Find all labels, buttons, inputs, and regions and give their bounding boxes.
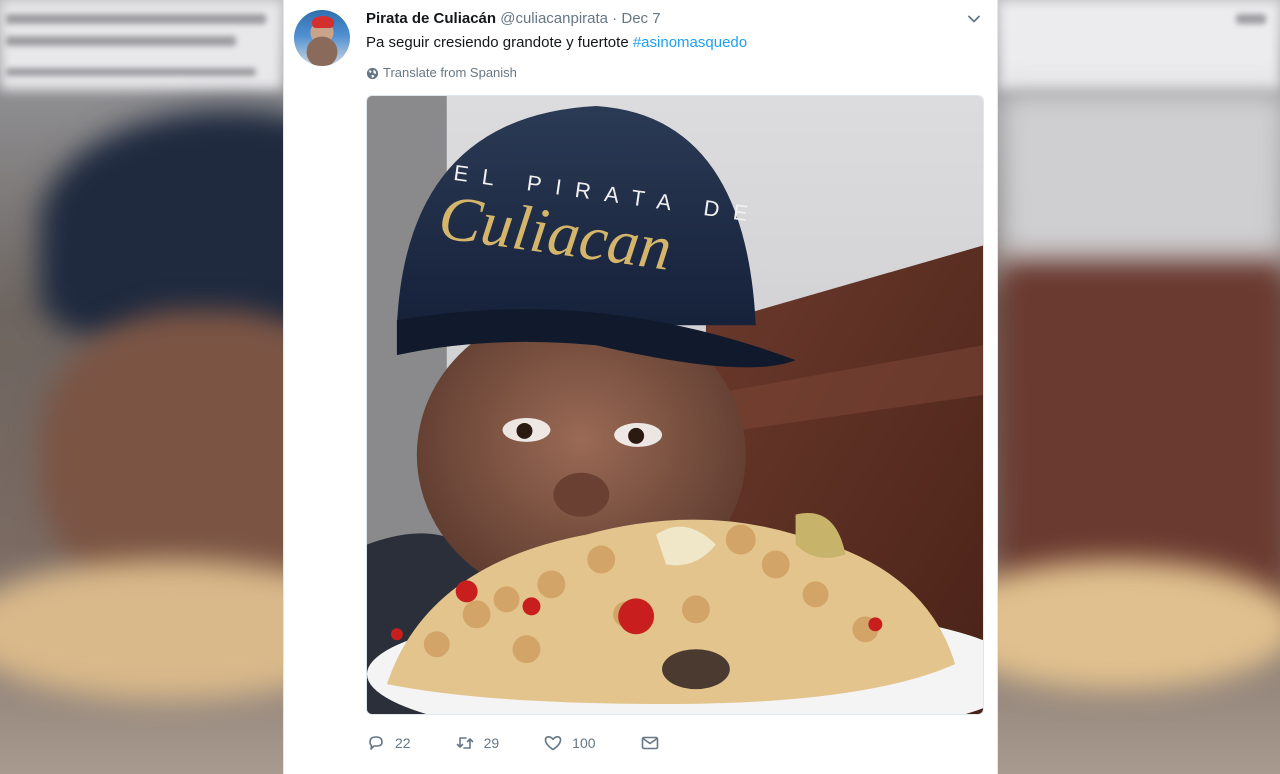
tweet-header: Pirata de Culiacán @culiacanpirata · Dec… — [366, 9, 661, 29]
photo-illustration: EL PIRATA DE Culiacan — [367, 96, 983, 714]
author-handle[interactable]: @culiacanpirata — [500, 10, 608, 27]
tweet-card: Pirata de Culiacán @culiacanpirata · Dec… — [283, 0, 998, 774]
direct-message-button[interactable] — [640, 733, 669, 753]
reply-count: 22 — [395, 735, 411, 751]
separator: · — [612, 10, 618, 27]
like-button[interactable]: 100 — [543, 733, 596, 753]
like-icon — [544, 736, 562, 751]
avatar[interactable] — [294, 10, 350, 66]
tweet-actions: 22 29 100 — [366, 733, 713, 753]
author-name[interactable]: Pirata de Culiacán — [366, 10, 496, 27]
background-blur-right — [998, 0, 1280, 774]
retweet-icon — [456, 737, 473, 749]
like-count: 100 — [572, 735, 596, 751]
translate-link[interactable]: Translate from Spanish — [366, 64, 517, 82]
globe-icon — [366, 67, 379, 79]
tweet-text: Pa seguir cresiendo grandote y fuertote … — [366, 33, 747, 53]
translate-label: Translate from Spanish — [383, 65, 517, 80]
message-icon — [641, 736, 658, 750]
tweet-body: Pa seguir cresiendo grandote y fuertote — [366, 34, 633, 51]
retweet-count: 29 — [483, 735, 500, 751]
hashtag-link[interactable]: #asinomasquedo — [633, 34, 747, 51]
retweet-button[interactable]: 29 — [455, 733, 500, 753]
tweet-photo[interactable]: EL PIRATA DE Culiacan — [366, 95, 984, 715]
reply-icon — [369, 736, 383, 750]
background-blur-left — [0, 0, 283, 774]
tweet-date[interactable]: Dec 7 — [621, 10, 660, 27]
reply-button[interactable]: 22 — [366, 733, 411, 753]
chevron-down-icon[interactable] — [966, 11, 982, 27]
